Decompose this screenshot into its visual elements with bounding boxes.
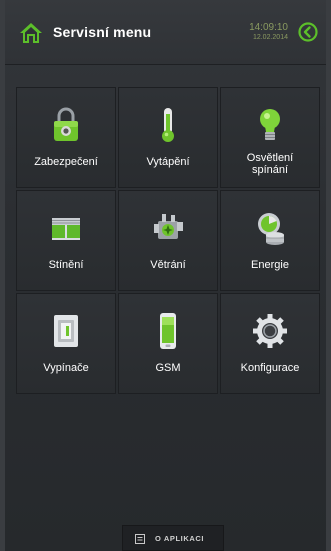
tile-label: Konfigurace — [240, 362, 300, 374]
phone-icon — [160, 313, 176, 349]
header-bar: Servisní menu 14:09:10 12.02.2014 — [5, 0, 326, 65]
tile-vetrani[interactable]: Větrání — [118, 190, 218, 291]
tile-vytapeni[interactable]: Vytápění — [118, 87, 218, 188]
energy-meter-icon — [258, 213, 284, 245]
tile-label: Větrání — [150, 259, 186, 271]
app-screen: Servisní menu 14:09:10 12.02.2014 Zabezp… — [0, 0, 331, 551]
gear-icon — [253, 314, 287, 348]
tile-osvetleni[interactable]: Osvětlení spínání — [220, 87, 320, 188]
tile-gsm[interactable]: GSM — [118, 293, 218, 394]
tile-konfigurace[interactable]: Konfigurace — [220, 293, 320, 394]
tile-label: Osvětlení spínání — [246, 152, 294, 176]
frame-edge-left — [0, 0, 5, 551]
clock-date: 12.02.2014 — [252, 34, 288, 41]
back-arrow-icon[interactable] — [298, 22, 318, 42]
ventilation-unit-icon — [154, 214, 183, 239]
about-app-button[interactable]: O APLIKACI — [122, 525, 224, 551]
tile-energie[interactable]: Energie — [220, 190, 320, 291]
tile-vypinace[interactable]: Vypínače — [16, 293, 116, 394]
padlock-icon — [54, 107, 78, 141]
page-title: Servisní menu — [53, 24, 152, 40]
tile-label: Energie — [251, 259, 289, 271]
tile-stineni[interactable]: Stínění — [16, 190, 116, 291]
home-icon[interactable] — [19, 22, 43, 44]
tile-label: Vypínače — [43, 362, 89, 374]
menu-grid: Zabezpečení Vytápění Osvětlení spínání S… — [15, 86, 321, 395]
tile-label: Vytápění — [146, 156, 190, 168]
frame-edge-right — [326, 0, 331, 551]
thermometer-icon — [162, 108, 174, 142]
lightbulb-icon — [260, 109, 280, 140]
clock-time: 14:09:10 — [249, 22, 288, 33]
clock: 14:09:10 12.02.2014 — [249, 22, 288, 42]
tile-label: Zabezpečení — [34, 156, 98, 168]
tile-label: Stínění — [48, 259, 84, 271]
about-app-label: O APLIKACI — [155, 534, 205, 543]
wall-switch-icon — [54, 315, 78, 347]
note-icon — [135, 534, 145, 544]
tile-zabezpeceni[interactable]: Zabezpečení — [16, 87, 116, 188]
window-blind-icon — [52, 218, 80, 240]
tile-label: GSM — [155, 362, 181, 374]
